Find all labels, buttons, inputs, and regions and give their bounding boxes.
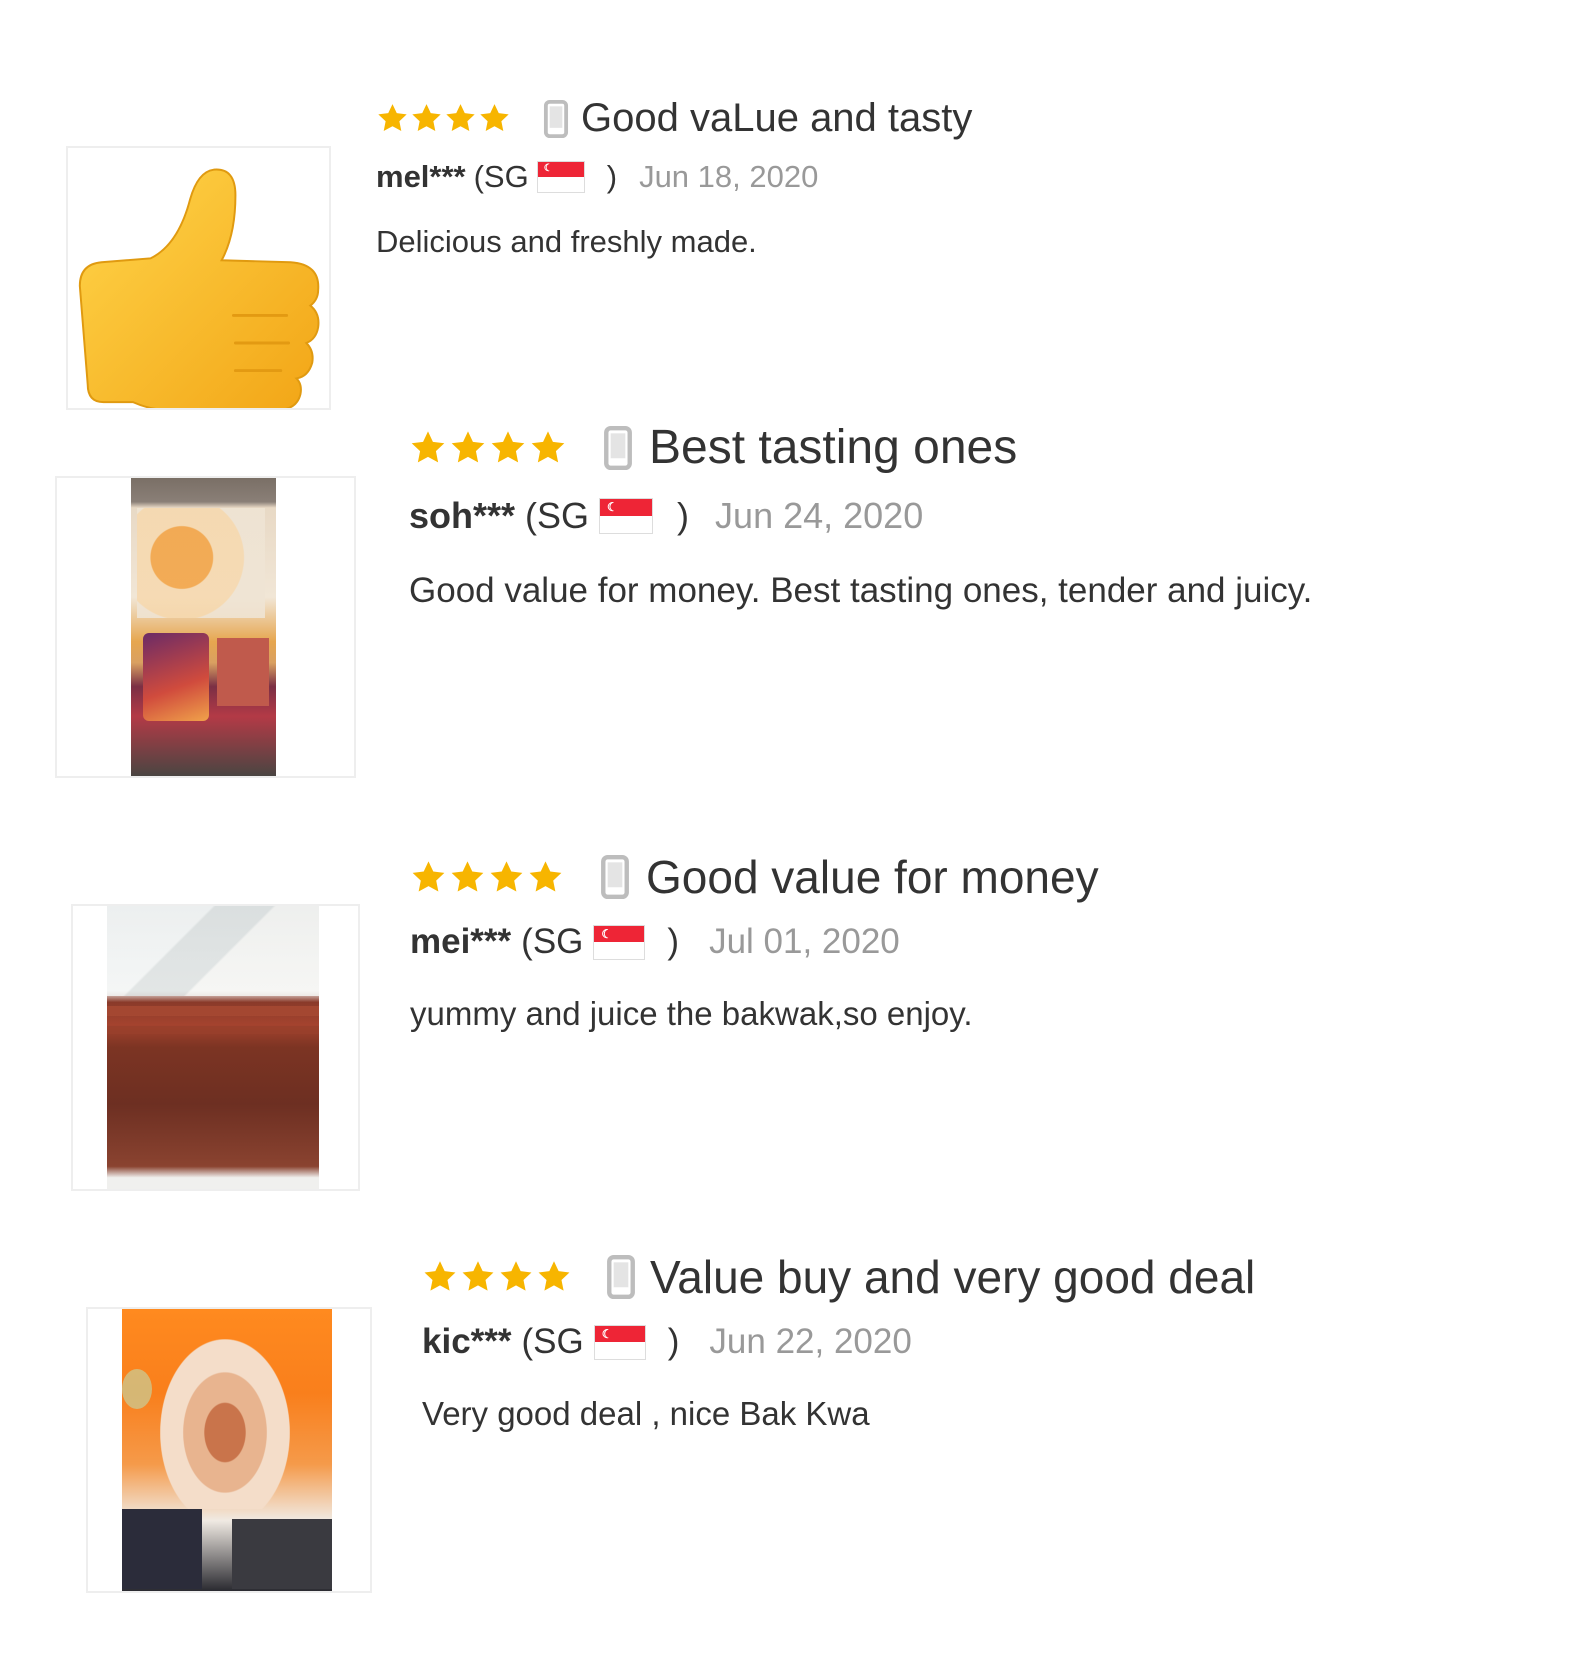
country-paren-close: ) — [667, 1322, 680, 1361]
review-title: Good vaLue and tasty — [581, 96, 973, 140]
review-text: yummy and juice the bakwak,so enjoy. — [410, 995, 973, 1032]
country-paren-close: ) — [606, 159, 618, 194]
mobile-phone-icon — [543, 100, 569, 138]
review-title: Good value for money — [646, 851, 1099, 903]
review-meta: mel*** (SG ☾ ) Jun 18, 2020 — [376, 159, 972, 195]
reviewer-country: (SG — [525, 495, 590, 536]
review-date: Jun 18, 2020 — [639, 159, 819, 194]
review-photo-thumbnail[interactable] — [55, 476, 356, 778]
mobile-phone-icon — [600, 855, 630, 899]
star-icon — [488, 859, 525, 896]
review-date: Jun 24, 2020 — [715, 495, 924, 536]
star-rating — [422, 1259, 574, 1295]
singapore-flag-icon: ☾ — [599, 498, 654, 534]
review-header: Good value for money — [410, 850, 1099, 904]
review-photo-thumbnail[interactable] — [71, 904, 360, 1191]
review-header: Best tasting ones — [409, 420, 1312, 475]
star-icon — [489, 429, 527, 467]
review-title: Best tasting ones — [649, 421, 1018, 474]
review-header: Good vaLue and tasty — [376, 96, 972, 141]
star-icon — [410, 859, 447, 896]
star-icon — [449, 859, 486, 896]
mobile-phone-icon — [603, 426, 633, 470]
review-meta: mei*** (SG ☾ ) Jul 01, 2020 — [410, 922, 1099, 962]
review-date: Jul 01, 2020 — [709, 922, 900, 961]
reviewer-name: mei*** — [410, 922, 512, 961]
star-icon — [444, 102, 477, 135]
star-icon — [376, 102, 409, 135]
review-meta: soh*** (SG ☾ ) Jun 24, 2020 — [409, 495, 1312, 537]
reviewer-country: (SG — [473, 159, 529, 194]
star-rating — [409, 429, 569, 467]
review-text: Delicious and freshly made. — [376, 224, 757, 259]
review-content: Value buy and very good deal kic*** (SG … — [422, 1250, 1255, 1433]
bakkwa-slices-photo — [107, 906, 319, 1189]
star-icon — [529, 429, 567, 467]
reviewer-country: (SG — [521, 922, 584, 961]
reviewer-country: (SG — [521, 1322, 584, 1361]
singapore-flag-icon: ☾ — [593, 924, 646, 960]
reviewer-name: soh*** — [409, 495, 516, 536]
review-date: Jun 22, 2020 — [709, 1322, 912, 1361]
review-text: Good value for money. Best tasting ones,… — [409, 571, 1313, 610]
reviewer-name: kic*** — [422, 1322, 512, 1361]
review-content: Good value for money mei*** (SG ☾ ) Jul … — [410, 850, 1099, 1033]
review-photo-thumbnail[interactable] — [66, 146, 331, 410]
review-header: Value buy and very good deal — [422, 1250, 1255, 1304]
country-paren-close: ) — [677, 495, 690, 536]
star-icon — [409, 429, 447, 467]
star-icon — [536, 1259, 572, 1295]
review-photo-thumbnail[interactable] — [86, 1307, 372, 1593]
country-paren-close: ) — [667, 922, 680, 961]
review-content: Good vaLue and tasty mel*** (SG ☾ ) Jun … — [376, 96, 972, 260]
review-title: Value buy and very good deal — [650, 1251, 1256, 1303]
star-icon — [478, 102, 511, 135]
star-rating — [376, 102, 512, 135]
star-icon — [422, 1259, 458, 1295]
star-rating — [410, 859, 566, 896]
mobile-phone-icon — [606, 1255, 636, 1299]
review-text: Very good deal , nice Bak Kwa — [422, 1395, 870, 1432]
singapore-flag-icon: ☾ — [536, 161, 585, 193]
star-icon — [449, 429, 487, 467]
star-icon — [527, 859, 564, 896]
thumbs-up-emoji-icon — [78, 168, 320, 408]
review-meta: kic*** (SG ☾ ) Jun 22, 2020 — [422, 1322, 1255, 1362]
orange-bag-photo — [122, 1309, 332, 1591]
product-package-photo — [131, 478, 276, 776]
star-icon — [498, 1259, 534, 1295]
review-content: Best tasting ones soh*** (SG ☾ ) Jun 24,… — [409, 420, 1312, 611]
singapore-flag-icon: ☾ — [593, 1324, 646, 1360]
star-icon — [410, 102, 443, 135]
reviewer-name: mel*** — [376, 159, 466, 194]
star-icon — [460, 1259, 496, 1295]
